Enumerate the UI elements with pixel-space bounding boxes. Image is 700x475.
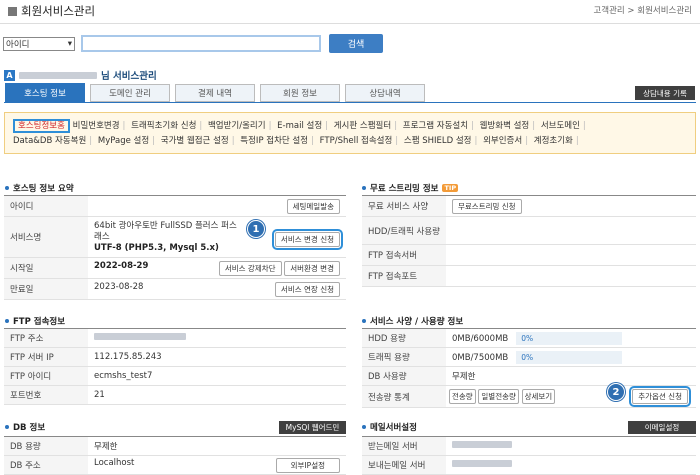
tab-member-info[interactable]: 회원 정보 xyxy=(260,84,340,102)
daily-transfer-button[interactable]: 일별전송량 xyxy=(478,389,519,404)
streaming-title: 무료 스트리밍 정보 TIP xyxy=(362,182,459,194)
table-row: DB 사용량 무제한 xyxy=(362,366,696,386)
addon-apply-button[interactable]: 추가옵션 신청 xyxy=(629,386,691,407)
submenu-backup[interactable]: 백업받기/올리기 xyxy=(208,121,266,131)
table-row: FTP 주소 xyxy=(4,328,346,348)
mail-server-table: 받는메일 서버 보내는메일 서버 xyxy=(362,436,696,475)
email-setting-button[interactable]: 이메일설정 xyxy=(628,421,696,434)
table-row: FTP 접속서버 xyxy=(362,244,696,266)
table-row: FTP 접속포트 xyxy=(362,265,696,287)
table-row: 받는메일 서버 xyxy=(362,436,696,456)
tab-domain[interactable]: 도메인 관리 xyxy=(90,84,170,102)
hosting-summary-title: 호스팅 정보 요약 xyxy=(5,182,74,194)
member-name-redacted xyxy=(19,71,97,79)
db-info-table: DB 용량 무제한 DB 주소 Localhost 외부IP설정 xyxy=(4,436,346,475)
search-input[interactable] xyxy=(81,35,321,52)
submenu-waf[interactable]: 웹방화벽 설정 xyxy=(480,121,530,131)
breadcrumb: 고객관리 > 회원서비스관리 xyxy=(593,6,692,16)
chevron-down-icon: ▾ xyxy=(67,39,72,49)
send-server-redacted xyxy=(452,460,512,467)
hosting-summary-table: 아이디 세팅메일발송 서비스명 64bit 광아우토반 FullSSD 플러스 … xyxy=(4,195,346,300)
member-service-heading: A 님 서비스관리 xyxy=(4,68,157,82)
ftp-address-redacted xyxy=(94,333,186,340)
transfer-button[interactable]: 전송량 xyxy=(449,389,476,404)
tab-payment[interactable]: 결제 내역 xyxy=(175,84,255,102)
table-row: HDD/트래픽 사용량 xyxy=(362,216,696,245)
table-row: 무료 서비스 사양 무료스트리밍 신청 xyxy=(362,195,696,217)
detail-view-button[interactable]: 상세보기 xyxy=(521,389,556,404)
square-icon xyxy=(8,6,17,16)
send-setting-mail-button[interactable]: 세팅메일발송 xyxy=(286,198,340,214)
ftp-info-title: FTP 접속정보 xyxy=(5,315,65,327)
service-extend-button[interactable]: 서비스 연장 신청 xyxy=(274,281,340,297)
table-row: HDD 용량 0MB/6000MB 0% xyxy=(362,328,696,348)
tip-badge: TIP xyxy=(442,184,459,192)
table-row: 보내는메일 서버 xyxy=(362,455,696,475)
member-badge: A xyxy=(4,69,15,81)
submenu-ip-block[interactable]: 특정IP 접차단 설정 xyxy=(240,136,308,146)
search-type-select[interactable]: 아이디 ▾ xyxy=(3,37,75,51)
force-block-button[interactable]: 서비스 강제차단 xyxy=(218,260,282,276)
submenu-external-cert[interactable]: 외부인증서 xyxy=(483,136,522,146)
submenu-hosting-home[interactable]: 호스팅정보홈 xyxy=(13,119,70,133)
table-row: 트래픽 용량 0MB/7500MB 0% xyxy=(362,347,696,367)
consult-record-button[interactable]: 상담내용 기록 xyxy=(635,86,695,100)
submenu-db-restore[interactable]: Data&DB 자동복원 xyxy=(13,136,86,146)
mail-server-title: 메일서버설정 xyxy=(362,421,417,433)
server-env-change-button[interactable]: 서버환경 변경 xyxy=(284,260,340,276)
external-ip-setting-button[interactable]: 외부IP설정 xyxy=(275,457,340,473)
hosting-submenu: 호스팅정보홈 비밀번호변경 | 트래픽초기화 신청 | 백업받기/올리기 | E-ma… xyxy=(4,112,696,154)
search-button[interactable]: 검색 xyxy=(329,34,383,53)
table-row: 시작일 2022-08-29 서비스 강제차단 서버환경 변경 xyxy=(4,257,346,279)
free-streaming-apply-button[interactable]: 무료스트리밍 신청 xyxy=(452,198,522,214)
callout-badge-1: 1 xyxy=(247,220,265,238)
submenu-row-1: 호스팅정보홈 비밀번호변경 | 트래픽초기화 신청 | 백업받기/올리기 | E-ma… xyxy=(13,119,687,134)
recv-server-redacted xyxy=(452,441,512,448)
tab-consult-history[interactable]: 상담내역 xyxy=(345,84,425,102)
submenu-mypage[interactable]: MyPage 설정 xyxy=(98,136,149,146)
usage-table: HDD 용량 0MB/6000MB 0% 트래픽 용량 0MB/7500MB 0% … xyxy=(362,328,696,408)
usage-title: 서비스 사양 / 사용량 정보 xyxy=(362,315,463,327)
mysql-webadmin-button[interactable]: MySQl 웹어드민 xyxy=(279,421,346,434)
submenu-country-access[interactable]: 국가별 웹접근 설정 xyxy=(161,136,229,146)
page-title: 회원서비스관리 xyxy=(8,3,95,19)
callout-badge-2: 2 xyxy=(607,383,625,401)
submenu-spam-shield[interactable]: 스팸 SHIELD 설정 xyxy=(404,136,472,146)
submenu-ftp-shell[interactable]: FTP/Shell 접속설정 xyxy=(320,136,393,146)
submenu-subdomain[interactable]: 서브도메인 xyxy=(541,121,580,131)
submenu-password[interactable]: 비밀번호변경 xyxy=(73,121,120,131)
table-row: FTP 아이디 ecmshs_test7 xyxy=(4,366,346,386)
table-row: DB 용량 무제한 xyxy=(4,436,346,456)
table-row: 만료일 2023-08-28 서비스 연장 신청 xyxy=(4,278,346,300)
table-row: 전송량 통계 전송량 일별전송량 상세보기 추가옵션 신청 xyxy=(362,385,696,408)
submenu-spam-filter[interactable]: 게시판 스팸필터 xyxy=(334,121,391,131)
service-change-button[interactable]: 서비스 변경 신청 xyxy=(271,229,344,250)
ftp-info-table: FTP 주소 FTP 서버 IP 112.175.85.243 FTP 아이디 … xyxy=(4,328,346,405)
tab-hosting-info[interactable]: 호스팅 정보 xyxy=(5,83,85,102)
table-row: 아이디 세팅메일발송 xyxy=(4,195,346,217)
submenu-auto-install[interactable]: 프로그램 자동설치 xyxy=(403,121,468,131)
table-row: DB 주소 Localhost 외부IP설정 xyxy=(4,455,346,475)
table-row: FTP 서버 IP 112.175.85.243 xyxy=(4,347,346,367)
submenu-row-2: Data&DB 자동복원 | MyPage 설정 | 국가별 웹접근 설정 | 특정I… xyxy=(13,136,579,146)
table-row: 포트번호 21 xyxy=(4,385,346,405)
table-row: 서비스명 64bit 광아우토반 FullSSD 플러스 퍼스 래스 UTF-8… xyxy=(4,216,346,258)
db-info-title: DB 정보 xyxy=(5,421,45,433)
header-divider xyxy=(0,23,700,24)
submenu-email[interactable]: E-mail 설정 xyxy=(277,121,322,131)
traffic-usage-bar: 0% xyxy=(516,350,623,364)
submenu-account-reset[interactable]: 계정초기화 xyxy=(534,136,573,146)
tab-underline xyxy=(4,102,696,103)
hdd-usage-bar: 0% xyxy=(516,331,623,345)
submenu-traffic-reset[interactable]: 트래픽초기화 신청 xyxy=(131,121,196,131)
streaming-table: 무료 서비스 사양 무료스트리밍 신청 HDD/트래픽 사용량 FTP 접속서버… xyxy=(362,195,696,287)
